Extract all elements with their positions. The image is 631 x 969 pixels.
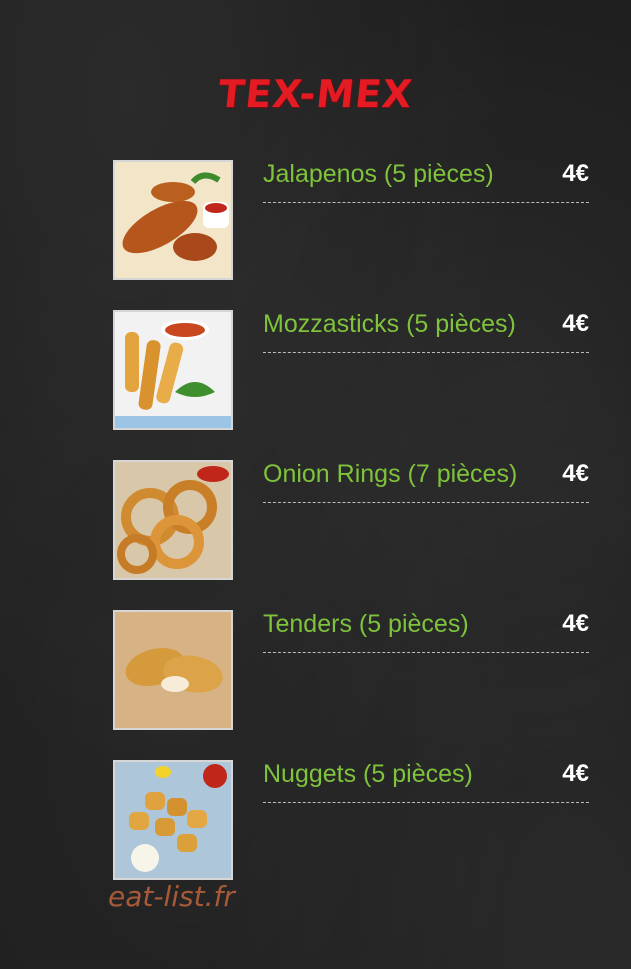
item-name: Nuggets (5 pièces) xyxy=(263,760,473,788)
menu-item[interactable]: Jalapenos (5 pièces) 4€ xyxy=(113,160,589,284)
item-price: 4€ xyxy=(562,460,589,487)
item-price: 4€ xyxy=(562,160,589,187)
jalapenos-photo xyxy=(113,160,233,280)
item-price: 4€ xyxy=(562,310,589,337)
item-price: 4€ xyxy=(562,610,589,637)
menu-item[interactable]: Tenders (5 pièces) 4€ xyxy=(113,610,589,734)
menu-item[interactable]: Nuggets (5 pièces) 4€ xyxy=(113,760,589,884)
item-name: Onion Rings (7 pièces) xyxy=(263,460,518,488)
menu-title: TEX-MEX xyxy=(216,72,415,116)
onion-rings-photo xyxy=(113,460,233,580)
dashed-divider xyxy=(263,802,589,803)
item-price: 4€ xyxy=(562,760,589,787)
mozzasticks-photo xyxy=(113,310,233,430)
dashed-divider xyxy=(263,652,589,653)
dashed-divider xyxy=(263,502,589,503)
item-name: Tenders (5 pièces) xyxy=(263,610,469,638)
item-name: Mozzasticks (5 pièces) xyxy=(263,310,516,338)
tenders-photo xyxy=(113,610,233,730)
menu-item[interactable]: Mozzasticks (5 pièces) 4€ xyxy=(113,310,589,434)
dashed-divider xyxy=(263,352,589,353)
item-name: Jalapenos (5 pièces) xyxy=(263,160,494,188)
dashed-divider xyxy=(263,202,589,203)
site-watermark: eat-list.fr xyxy=(108,880,235,913)
nuggets-photo xyxy=(113,760,233,880)
menu-item[interactable]: Onion Rings (7 pièces) 4€ xyxy=(113,460,589,584)
